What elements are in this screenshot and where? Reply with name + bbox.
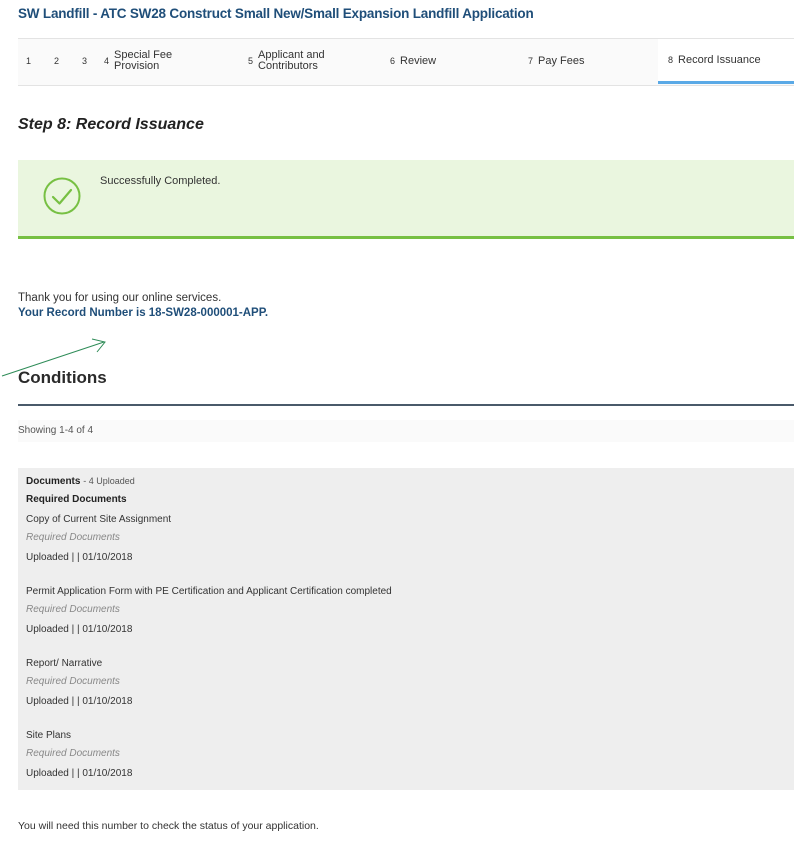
step-number: 5 [248, 56, 254, 66]
success-text: Successfully Completed. [100, 175, 221, 187]
step-heading: Step 8: Record Issuance [18, 116, 204, 133]
document-status: Uploaded | | 01/10/2018 [26, 768, 133, 779]
step-5-applicant-and-contributors[interactable]: 5 Applicant and Contributors [248, 39, 325, 83]
step-label: Pay Fees [538, 54, 585, 67]
document-category: Required Documents [26, 532, 120, 543]
step-number: 3 [82, 56, 88, 66]
step-label: Record Issuance [678, 53, 761, 66]
page-title: SW Landfill - ATC SW28 Construct Small N… [18, 6, 534, 21]
step-1[interactable]: 1 [26, 39, 36, 83]
documents-header: Documents - 4 Uploaded [26, 476, 135, 487]
step-number: 1 [26, 56, 32, 66]
document-category: Required Documents [26, 676, 120, 687]
document-status: Uploaded | | 01/10/2018 [26, 552, 133, 563]
check-circle-icon [43, 177, 81, 215]
thanks-text: Thank you for using our online services. [18, 292, 222, 304]
conditions-heading: Conditions [18, 368, 107, 387]
step-label: Special Fee Provision [114, 49, 173, 72]
documents-list: Documents - 4 Uploaded Required Document… [18, 468, 794, 790]
step-number: 6 [390, 56, 396, 66]
step-label: Applicant and Contributors [258, 49, 325, 72]
required-documents-title: Required Documents [26, 494, 127, 505]
step-number: 4 [104, 56, 110, 66]
step-number: 2 [54, 56, 60, 66]
conditions-divider [18, 404, 794, 406]
document-status: Uploaded | | 01/10/2018 [26, 696, 133, 707]
document-name: Site Plans [26, 730, 72, 741]
status-note: You will need this number to check the s… [18, 820, 319, 832]
step-6-review[interactable]: 6 Review [390, 39, 436, 83]
document-name: Report/ Narrative [26, 658, 103, 669]
success-message-box: Successfully Completed. [18, 160, 794, 239]
step-2[interactable]: 2 [54, 39, 64, 83]
step-number: 8 [668, 55, 674, 65]
step-8-record-issuance[interactable]: 8 Record Issuance [658, 39, 794, 84]
step-bar: 1 2 3 4 Special Fee Provision 5 Applicant… [18, 38, 794, 86]
step-7-pay-fees[interactable]: 7 Pay Fees [528, 39, 584, 83]
step-3[interactable]: 3 [82, 39, 92, 83]
step-4-special-fee-provision[interactable]: 4 Special Fee Provision [104, 39, 172, 83]
document-name: Permit Application Form with PE Certific… [26, 586, 392, 597]
record-number-text: Your Record Number is 18-SW28-000001-APP… [18, 307, 269, 319]
step-number: 7 [528, 56, 534, 66]
document-status: Uploaded | | 01/10/2018 [26, 624, 133, 635]
document-name: Copy of Current Site Assignment [26, 514, 172, 525]
showing-count: Showing 1-4 of 4 [18, 420, 794, 442]
document-category: Required Documents [26, 604, 120, 615]
document-category: Required Documents [26, 748, 120, 759]
step-label: Review [400, 54, 437, 67]
